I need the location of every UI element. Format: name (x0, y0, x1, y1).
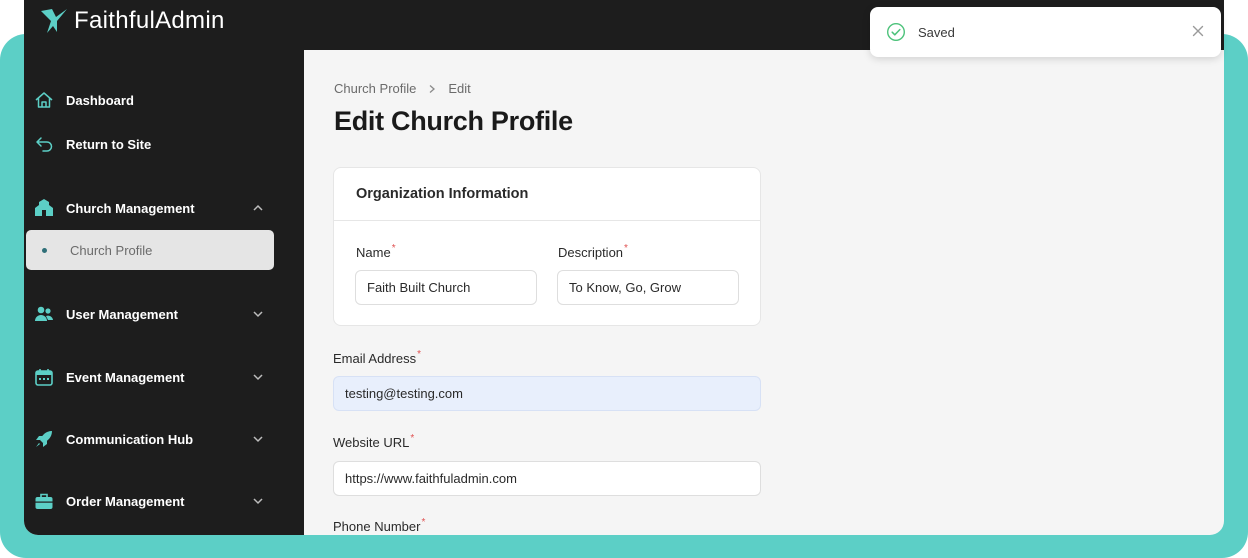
toast-message: Saved (918, 24, 955, 40)
email-label-text: Email Address (333, 351, 417, 366)
sidebar-item-communication-hub[interactable]: Communication Hub (24, 421, 304, 457)
name-input-value: Faith Built Church (367, 280, 471, 295)
sidebar-subitem-church-profile[interactable]: Church Profile (26, 230, 274, 270)
sidebar-item-church-management[interactable]: Church Management (24, 190, 304, 226)
phone-label: Phone Number* (333, 517, 426, 534)
organization-info-card: Organization Information Name* Faith Bui… (333, 167, 761, 326)
return-arrow-icon (33, 133, 55, 155)
sidebar-item-label: Return to Site (66, 136, 152, 152)
card-title: Organization Information (334, 168, 760, 221)
description-label: Description* (558, 243, 628, 260)
sidebar-item-label: Church Management (66, 200, 195, 216)
page-title: Edit Church Profile (334, 106, 573, 136)
breadcrumb-item-church-profile[interactable]: Church Profile (334, 81, 416, 96)
sidebar: Dashboard Return to Site Church Manageme… (24, 50, 304, 535)
breadcrumb: Church Profile Edit (334, 81, 471, 96)
active-dot (42, 247, 47, 253)
website-input-value: https://www.faithfuladmin.com (345, 471, 517, 486)
required-mark: * (391, 243, 396, 254)
check-circle-icon (886, 22, 906, 42)
main-content: Church Profile Edit Edit Church Profile … (304, 50, 1224, 535)
phone-label-text: Phone Number (333, 519, 421, 534)
website-label: Website URL* (333, 433, 415, 450)
sidebar-subitem-label: Church Profile (70, 242, 153, 258)
dove-logo-icon (41, 9, 67, 33)
sidebar-item-label: Event Management (66, 369, 185, 385)
sidebar-item-label: User Management (66, 306, 178, 322)
website-label-text: Website URL (333, 435, 410, 450)
home-icon (33, 89, 55, 111)
sidebar-item-event-management[interactable]: Event Management (24, 359, 304, 395)
chevron-down-icon[interactable] (252, 433, 264, 445)
close-icon[interactable] (1191, 24, 1205, 38)
sidebar-item-label: Dashboard (66, 92, 134, 108)
sidebar-item-order-management[interactable]: Order Management (24, 483, 304, 519)
saved-toast: Saved (870, 7, 1221, 57)
sidebar-item-dashboard[interactable]: Dashboard (24, 82, 304, 118)
required-mark: * (417, 349, 421, 360)
required-mark: * (410, 433, 415, 444)
description-input-value: To Know, Go, Grow (569, 280, 681, 295)
website-input[interactable]: https://www.faithfuladmin.com (333, 461, 761, 496)
sidebar-item-return-to-site[interactable]: Return to Site (24, 126, 304, 162)
chevron-right-icon (429, 84, 436, 93)
rocket-icon (33, 428, 55, 450)
email-input-value: testing@testing.com (345, 386, 463, 401)
chevron-down-icon[interactable] (252, 495, 264, 507)
description-input[interactable]: To Know, Go, Grow (557, 270, 739, 305)
brand[interactable]: FaithfulAdmin (38, 5, 225, 37)
email-label: Email Address* (333, 349, 421, 366)
app-window: FaithfulAdmin Dashboard Return to Site C… (24, 0, 1224, 535)
chevron-up-icon[interactable] (252, 202, 264, 214)
name-label-text: Name (356, 245, 391, 260)
briefcase-icon (33, 490, 55, 512)
email-input[interactable]: testing@testing.com (333, 376, 761, 411)
church-icon (33, 197, 55, 219)
required-mark: * (624, 243, 628, 254)
sidebar-item-label: Order Management (66, 493, 185, 509)
required-mark: * (421, 517, 426, 528)
sidebar-item-user-management[interactable]: User Management (24, 296, 304, 332)
chevron-down-icon[interactable] (252, 371, 264, 383)
chevron-down-icon[interactable] (252, 308, 264, 320)
name-label: Name* (356, 243, 396, 260)
name-input[interactable]: Faith Built Church (355, 270, 537, 305)
description-label-text: Description (558, 245, 624, 260)
breadcrumb-item-edit: Edit (448, 81, 471, 96)
users-icon (33, 303, 55, 325)
calendar-icon (33, 366, 55, 388)
sidebar-item-label: Communication Hub (66, 431, 194, 447)
brand-name: FaithfulAdmin (74, 7, 225, 34)
